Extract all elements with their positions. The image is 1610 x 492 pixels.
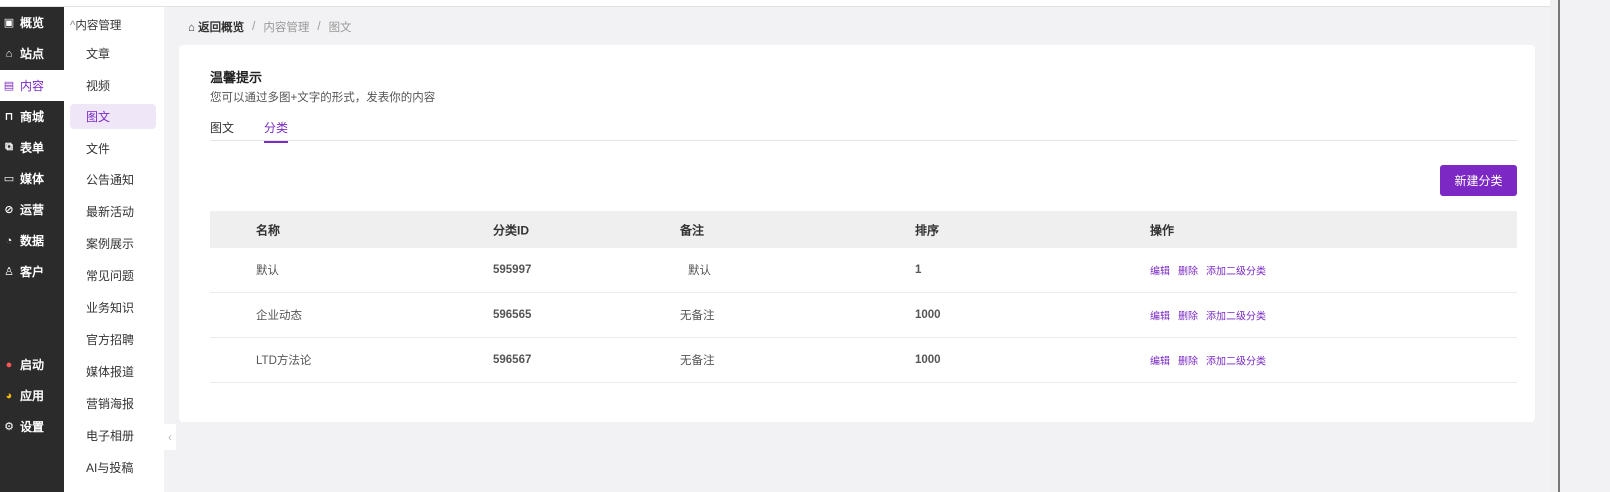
top-bar — [0, 0, 1560, 7]
nav-item-content[interactable]: ▤ 内容 — [0, 70, 64, 101]
breadcrumb-separator: / — [252, 21, 256, 33]
home-icon: ⌂ — [5, 47, 13, 60]
header-id: 分类ID — [493, 223, 530, 237]
tab-category[interactable]: 分类 — [264, 119, 289, 143]
tip-text: 您可以通过多图+文字的形式，发表你的内容 — [210, 92, 436, 104]
form-icon: ⧉ — [5, 141, 13, 153]
nav-item-form[interactable]: ⧉ 表单 — [0, 132, 64, 163]
cell-name: 默认 — [256, 265, 279, 277]
edit-link[interactable]: 编辑 — [1150, 357, 1170, 368]
breadcrumb: ⌂ 返回概览 / 内容管理 / 图文 — [188, 19, 352, 35]
add-subcategory-link[interactable]: 添加二级分类 — [1206, 267, 1266, 278]
chevron-left-icon: ‹ — [168, 430, 172, 444]
nav-item-settings[interactable]: ⚙ 设置 — [0, 411, 64, 442]
sub-item-press[interactable]: 媒体报道 — [70, 359, 156, 384]
apps-icon: ◕ — [5, 389, 13, 402]
cell-id: 596567 — [493, 354, 532, 366]
pie-chart-icon: ◔ — [5, 234, 13, 247]
launch-icon: ● — [5, 358, 13, 371]
scrollbar[interactable] — [1550, 0, 1560, 492]
delete-link[interactable]: 删除 — [1178, 312, 1198, 323]
sub-item-recruit[interactable]: 官方招聘 — [70, 327, 156, 352]
primary-sidebar: ▣ 概览 ⌂ 站点 ▤ 内容 ⊓ 商城 ⧉ 表单 ▭ 媒体 ⊘ 运营 ◔ 数据 ♙ 客户 ● 启动 … — [0, 7, 64, 492]
nav-item-launch[interactable]: ● 启动 — [0, 349, 64, 380]
cell-name: LTD方法论 — [256, 355, 312, 367]
cell-id: 595997 — [493, 264, 532, 276]
sub-item-notice[interactable]: 公告通知 — [70, 167, 156, 192]
new-category-button[interactable]: 新建分类 — [1440, 165, 1517, 196]
nav-item-operation[interactable]: ⊘ 运营 — [0, 194, 64, 225]
content-card: 温馨提示 您可以通过多图+文字的形式，发表你的内容 图文 分类 新建分类 名称 … — [179, 45, 1535, 422]
add-subcategory-link[interactable]: 添加二级分类 — [1206, 312, 1266, 323]
nav-item-apps[interactable]: ◕ 应用 — [0, 380, 64, 411]
collapse-sidebar-button[interactable]: ‹ — [164, 424, 176, 450]
header-note: 备注 — [680, 223, 705, 237]
sub-item-image-text[interactable]: 图文 — [70, 104, 156, 129]
edit-link[interactable]: 编辑 — [1150, 312, 1170, 323]
table-row: LTD方法论 596567 无备注 1000 编辑 删除 添加二级分类 — [210, 338, 1517, 383]
sub-item-file[interactable]: 文件 — [70, 136, 156, 161]
paperclip-icon: ⊘ — [4, 204, 14, 216]
document-icon: ▤ — [3, 80, 15, 92]
cell-note: 无备注 — [680, 355, 715, 367]
cell-name: 企业动态 — [256, 310, 302, 322]
sub-item-cases[interactable]: 案例展示 — [70, 231, 156, 256]
user-icon: ♙ — [4, 266, 14, 278]
tab-image-text[interactable]: 图文 — [210, 119, 234, 141]
cell-sort: 1 — [915, 264, 922, 276]
breadcrumb-separator: / — [317, 21, 321, 33]
sub-item-video[interactable]: 视频 — [70, 73, 156, 98]
add-subcategory-link[interactable]: 添加二级分类 — [1206, 357, 1266, 368]
breadcrumb-home[interactable]: ⌂ 返回概览 — [188, 19, 244, 35]
nav-item-shop[interactable]: ⊓ 商城 — [0, 101, 64, 132]
header-name: 名称 — [256, 223, 281, 237]
sub-item-ai[interactable]: AI与投稿 — [70, 455, 156, 480]
cell-id: 596565 — [493, 309, 532, 321]
cell-note: 默认 — [688, 265, 711, 277]
delete-link[interactable]: 删除 — [1178, 357, 1198, 368]
table-header: 名称 分类ID 备注 排序 操作 — [210, 211, 1517, 248]
sub-item-album[interactable]: 电子相册 — [70, 423, 156, 448]
header-sort: 排序 — [915, 223, 940, 237]
nav-item-media[interactable]: ▭ 媒体 — [0, 163, 64, 194]
gear-icon: ⚙ — [4, 421, 14, 433]
sub-item-events[interactable]: 最新活动 — [70, 199, 156, 224]
sub-item-poster[interactable]: 营销海报 — [70, 391, 156, 416]
category-table: 名称 分类ID 备注 排序 操作 默认 595997 默认 1 编辑 删除 添加二级… — [210, 211, 1517, 383]
breadcrumb-current: 图文 — [328, 22, 352, 34]
tip-title: 温馨提示 — [210, 70, 263, 85]
secondary-sidebar: ^内容管理 文章 视频 图文 文件 公告通知 最新活动 案例展示 常见问题 业务… — [64, 7, 164, 492]
cell-sort: 1000 — [915, 309, 941, 321]
cart-icon: ⊓ — [4, 111, 14, 123]
content-management-header[interactable]: ^内容管理 — [70, 17, 121, 33]
nav-item-data[interactable]: ◔ 数据 — [0, 225, 64, 256]
dashboard-icon: ▣ — [3, 17, 15, 29]
header-actions: 操作 — [1150, 223, 1175, 237]
sub-item-faq[interactable]: 常见问题 — [70, 263, 156, 288]
home-icon: ⌂ — [188, 22, 195, 34]
delete-link[interactable]: 删除 — [1178, 267, 1198, 278]
cell-note: 无备注 — [680, 310, 715, 322]
table-row: 默认 595997 默认 1 编辑 删除 添加二级分类 — [210, 248, 1517, 293]
video-icon: ▭ — [3, 173, 15, 185]
nav-item-site[interactable]: ⌂ 站点 — [0, 38, 64, 69]
nav-item-customer[interactable]: ♙ 客户 — [0, 256, 64, 287]
nav-item-overview[interactable]: ▣ 概览 — [0, 7, 64, 38]
sub-item-article[interactable]: 文章 — [70, 41, 156, 66]
cell-sort: 1000 — [915, 354, 941, 366]
tabs: 图文 分类 — [210, 117, 1517, 143]
sub-item-knowledge[interactable]: 业务知识 — [70, 295, 156, 320]
table-row: 企业动态 596565 无备注 1000 编辑 删除 添加二级分类 — [210, 293, 1517, 338]
breadcrumb-parent[interactable]: 内容管理 — [263, 19, 309, 35]
edit-link[interactable]: 编辑 — [1150, 267, 1170, 278]
